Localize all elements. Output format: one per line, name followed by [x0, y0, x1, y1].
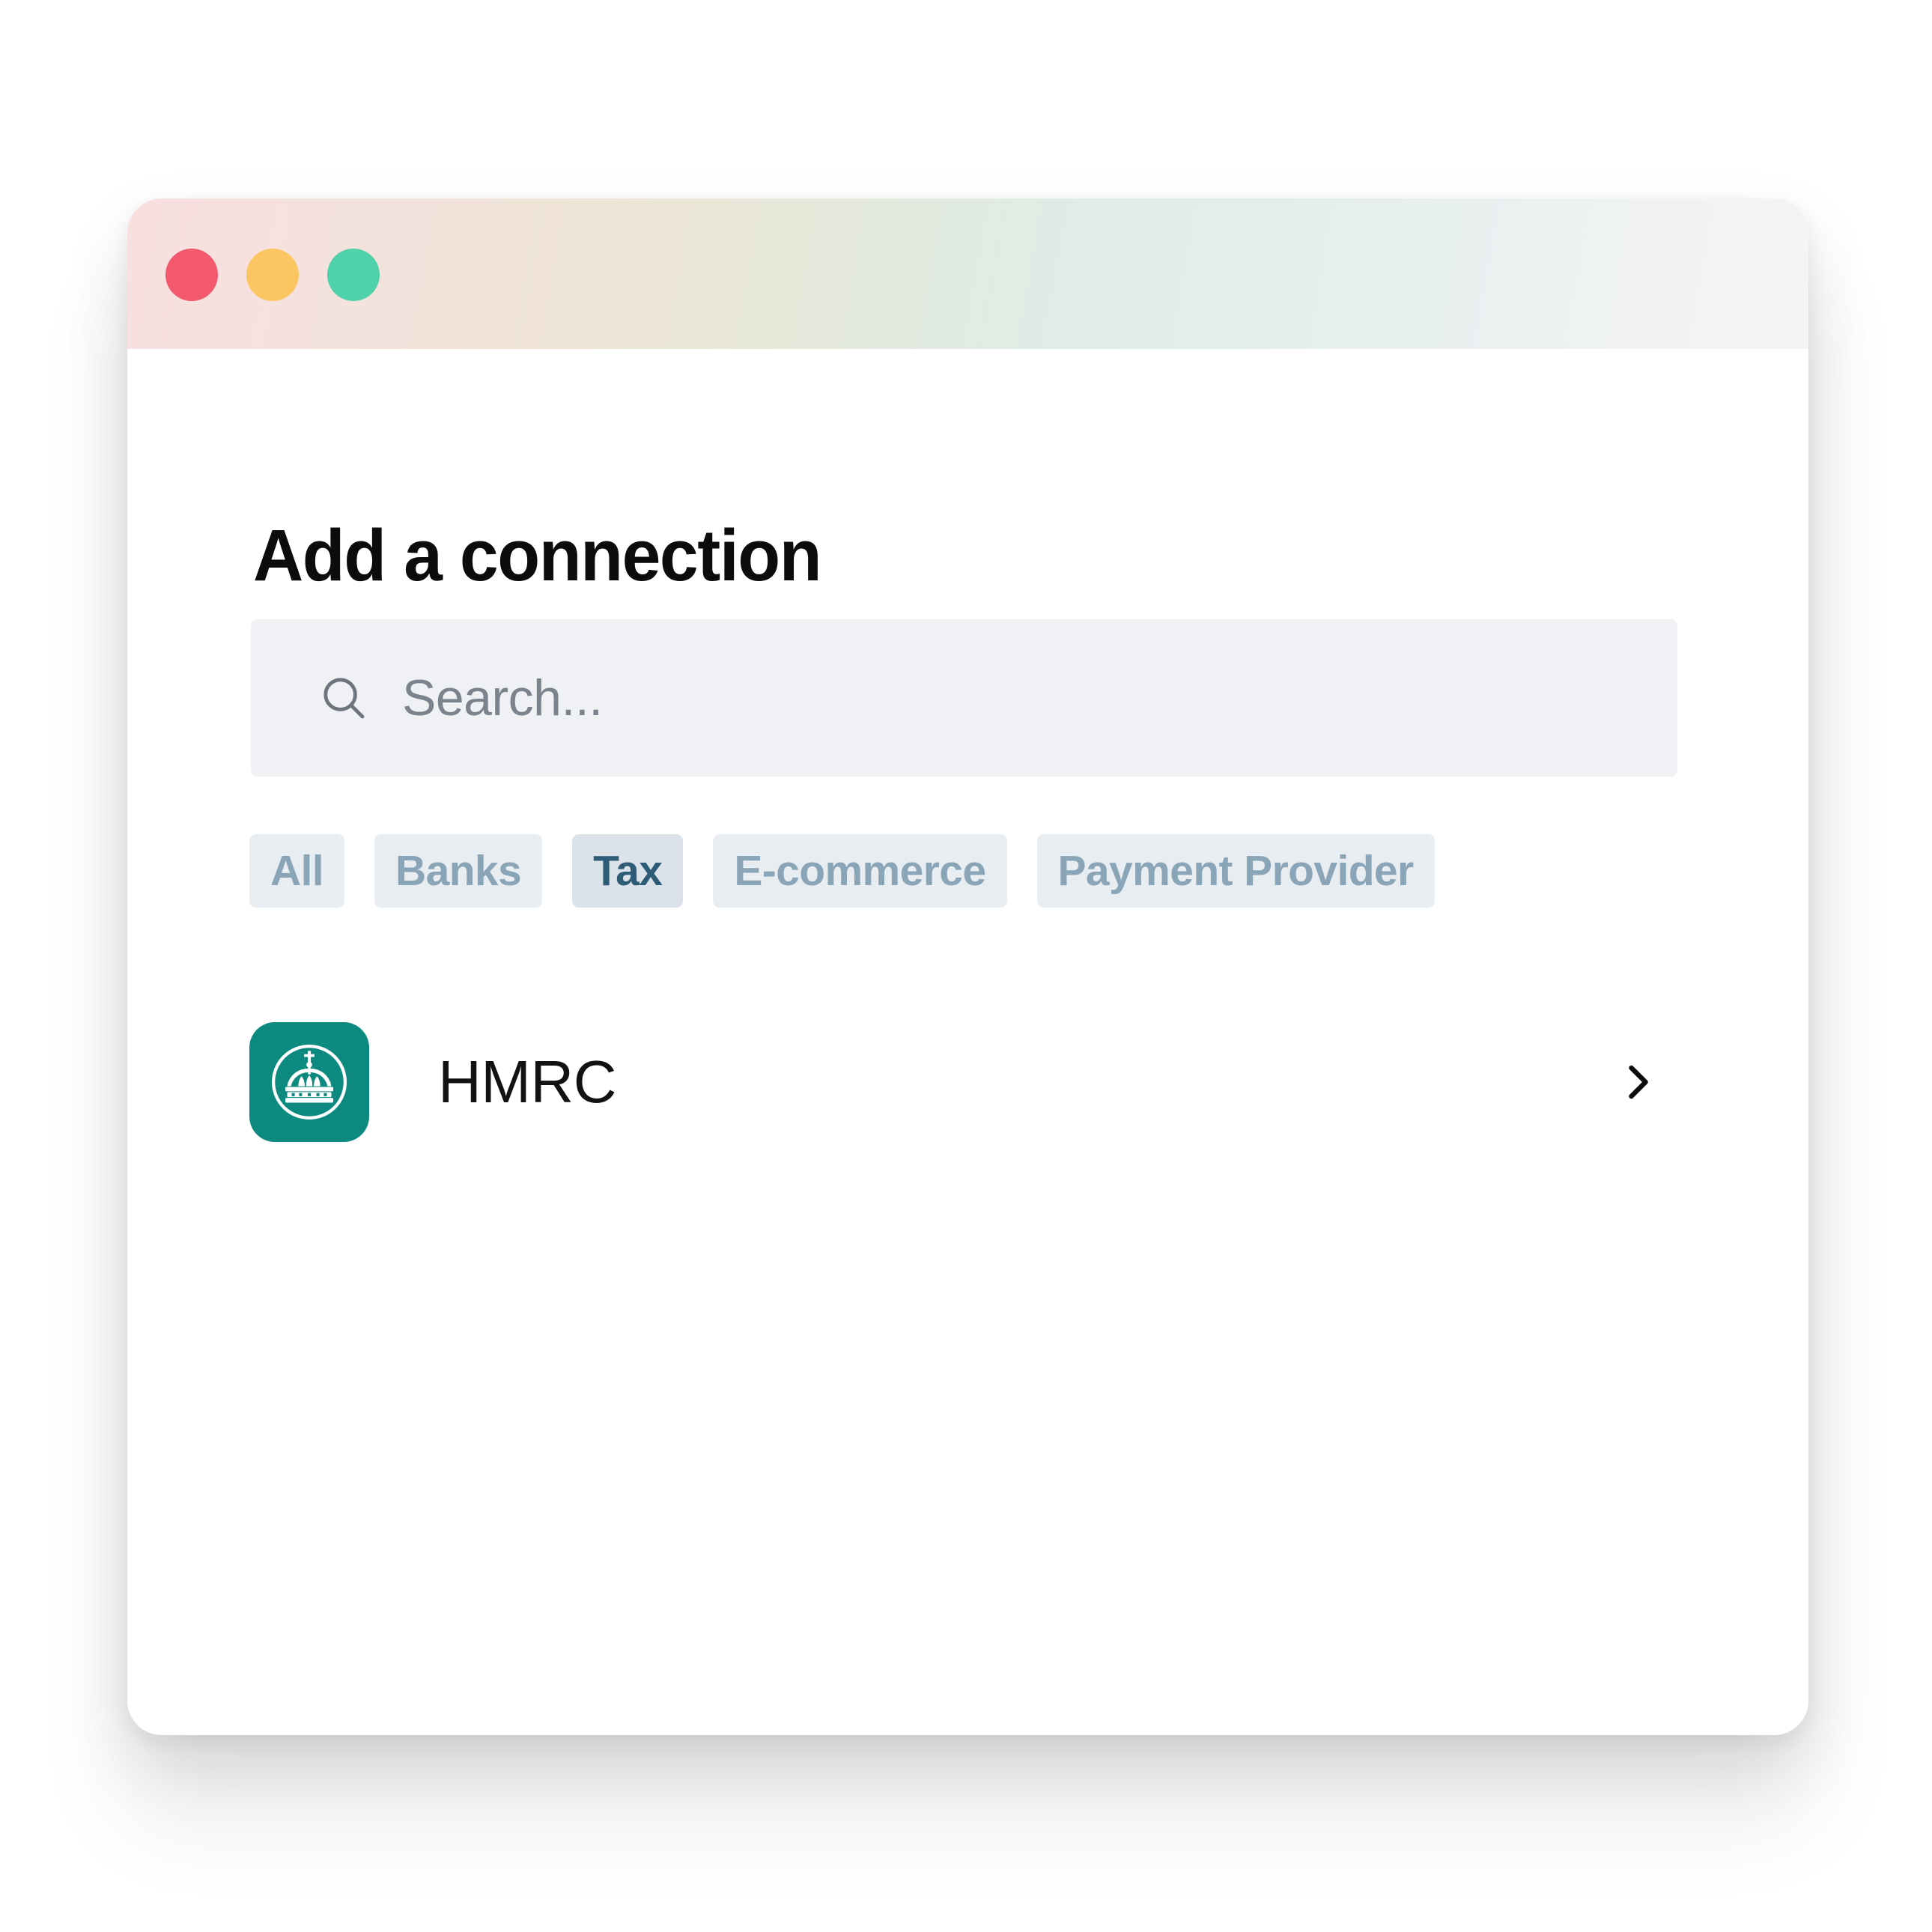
filter-chip-tax[interactable]: Tax: [572, 834, 684, 908]
filter-chip-payment-provider[interactable]: Payment Provider: [1036, 834, 1435, 908]
hmrc-crown-icon: [271, 1044, 347, 1120]
traffic-light-buttons: [165, 249, 380, 301]
connection-name: HMRC: [438, 1048, 616, 1115]
browser-window: Add a connection Search... All Banks Tax: [127, 198, 1808, 1735]
chevron-right-icon[interactable]: [1615, 1060, 1660, 1105]
window-close-button[interactable]: [165, 249, 218, 301]
filter-chip-label: Banks: [395, 847, 522, 895]
page-title: Add a connection: [253, 514, 822, 596]
window-minimize-button[interactable]: [246, 249, 299, 301]
filter-chip-ecommerce[interactable]: E-commerce: [713, 834, 1007, 908]
search-icon: [323, 678, 365, 719]
filter-chip-group: All Banks Tax E-commerce Payment Provide…: [249, 834, 1435, 908]
list-item[interactable]: HMRC: [249, 1011, 1680, 1153]
filter-chip-banks[interactable]: Banks: [374, 834, 543, 908]
window-titlebar: [127, 198, 1808, 349]
filter-chip-label: Payment Provider: [1057, 847, 1415, 895]
window-content: Add a connection Search... All Banks Tax: [127, 349, 1808, 1735]
hmrc-logo: [249, 1022, 369, 1142]
screenshot-canvas: Add a connection Search... All Banks Tax: [0, 0, 1932, 1932]
filter-chip-all[interactable]: All: [249, 834, 345, 908]
connection-list: HMRC: [249, 1011, 1680, 1153]
filter-chip-label: All: [270, 847, 324, 895]
search-placeholder: Search...: [402, 669, 603, 726]
search-input[interactable]: Search...: [251, 619, 1677, 777]
filter-chip-label: Tax: [593, 847, 663, 895]
filter-chip-label: E-commerce: [734, 847, 986, 895]
window-maximize-button[interactable]: [327, 249, 380, 301]
